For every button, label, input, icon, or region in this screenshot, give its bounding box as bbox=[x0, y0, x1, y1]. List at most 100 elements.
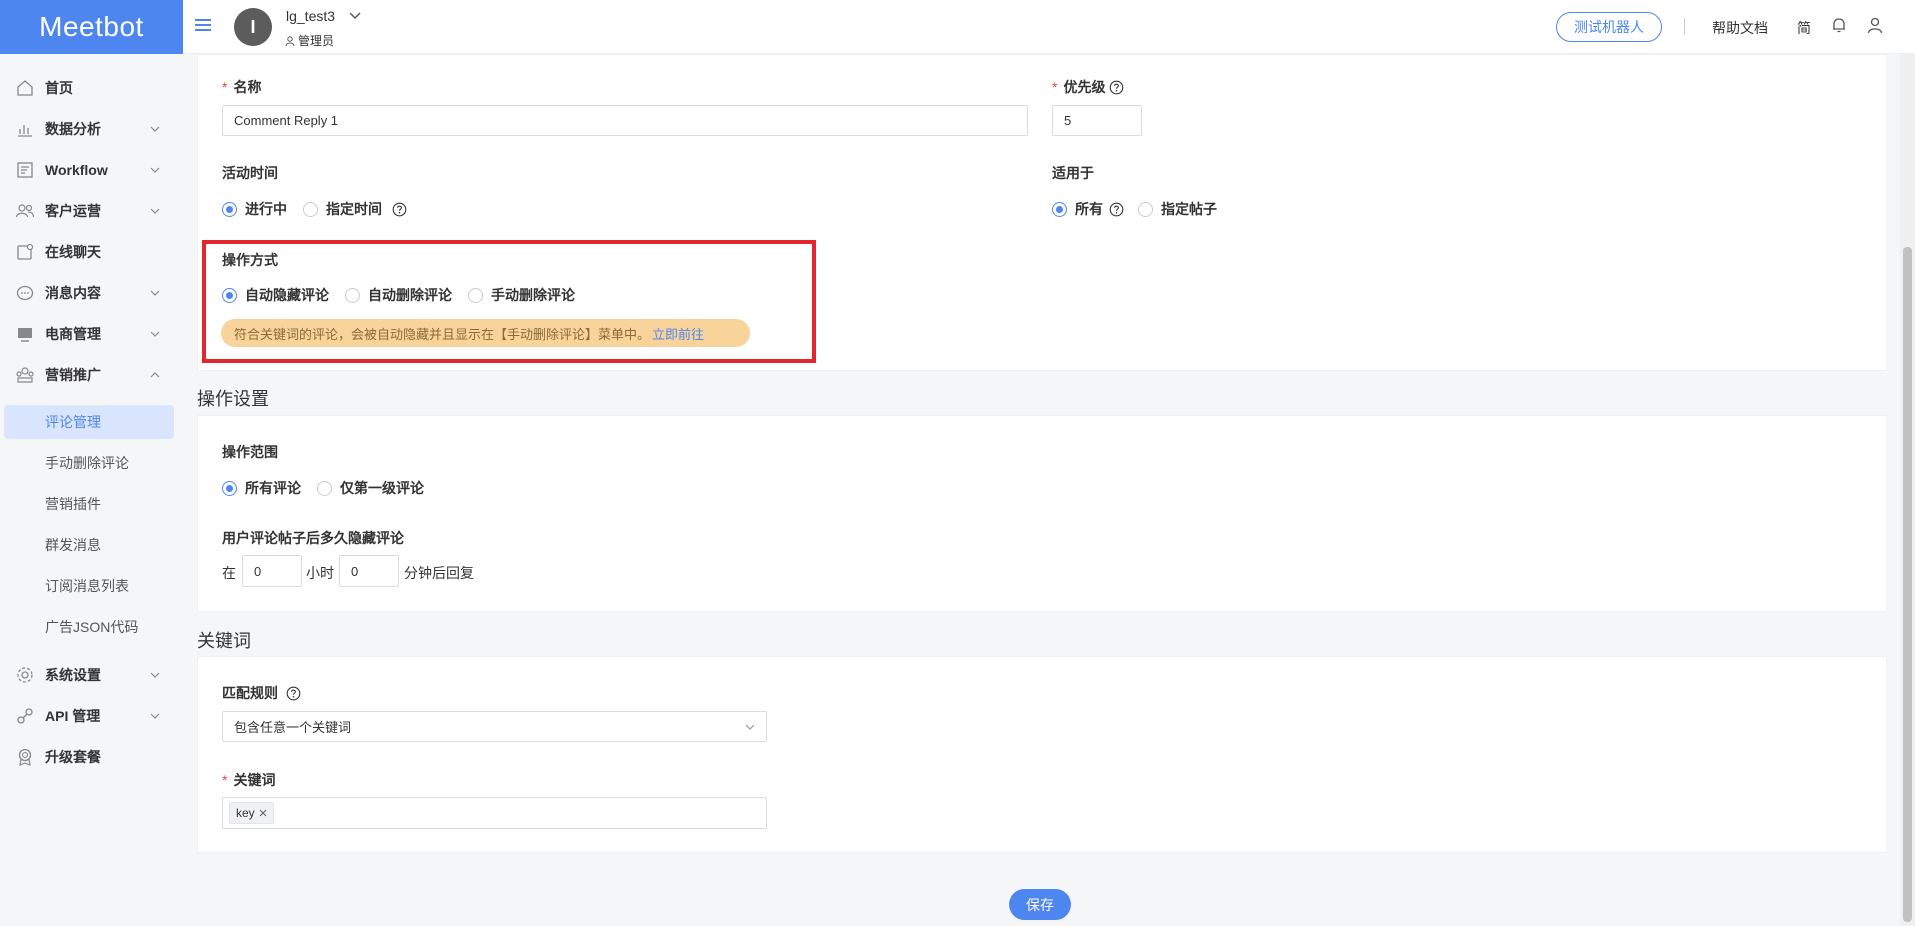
sidebar-item-home[interactable]: 首页 bbox=[0, 67, 183, 108]
sidebar-subitem-broadcast[interactable]: 群发消息 bbox=[4, 528, 174, 562]
radio-checked[interactable] bbox=[1052, 201, 1067, 217]
keyword-tag-input[interactable]: key bbox=[222, 797, 767, 829]
sidebar-item-label: 在线聊天 bbox=[45, 243, 101, 260]
active-time-option-specified[interactable]: 指定时间 bbox=[303, 199, 382, 219]
sidebar-subitem-marketing-plugins[interactable]: 营销插件 bbox=[4, 487, 174, 521]
top-bar: Meetbot I lg_test3 管理员 测试机器人 帮助文档 简 bbox=[0, 0, 1915, 54]
operation-mode-option-auto-delete[interactable]: 自动删除评论 bbox=[345, 285, 452, 305]
active-time-option-ongoing[interactable]: 进行中 bbox=[222, 199, 287, 219]
match-rule-select[interactable]: 包含任意一个关键词 bbox=[222, 711, 767, 742]
radio-checked[interactable] bbox=[222, 201, 237, 217]
sidebar-item-workflow[interactable]: Workflow bbox=[0, 149, 183, 190]
apply-to-option-all[interactable]: 所有 bbox=[1052, 199, 1103, 219]
sidebar-item-label: 首页 bbox=[45, 79, 73, 96]
scope-radio-group: 所有评论 仅第一级评论 bbox=[222, 478, 440, 498]
apply-to-option-specific-posts[interactable]: 指定帖子 bbox=[1138, 199, 1217, 219]
operation-settings-title: 操作设置 bbox=[197, 389, 269, 409]
question-icon[interactable] bbox=[1109, 202, 1124, 217]
notice-go-link[interactable]: 立即前往 bbox=[652, 324, 704, 343]
radio-unchecked[interactable] bbox=[317, 480, 332, 496]
sidebar-item-message-content[interactable]: 消息内容 bbox=[0, 272, 183, 313]
chat-icon bbox=[17, 243, 34, 260]
chevron-down-icon[interactable] bbox=[348, 8, 362, 22]
question-icon[interactable] bbox=[392, 202, 407, 217]
chevron-down-icon bbox=[150, 208, 160, 214]
chevron-down-icon bbox=[745, 724, 755, 730]
operation-mode-label: 操作方式 bbox=[222, 252, 278, 268]
avatar[interactable]: I bbox=[234, 8, 272, 46]
sidebar-subitem-manual-delete[interactable]: 手动删除评论 bbox=[4, 446, 174, 480]
keyword-tag: key bbox=[229, 802, 274, 824]
user-icon[interactable] bbox=[1866, 16, 1884, 34]
tag-label: key bbox=[236, 806, 255, 820]
sidebar-item-label: API 管理 bbox=[45, 707, 101, 724]
help-docs-link[interactable]: 帮助文档 bbox=[1712, 18, 1768, 38]
message-icon bbox=[16, 285, 34, 300]
menu-toggle-icon[interactable] bbox=[195, 16, 211, 34]
marketing-icon bbox=[16, 366, 34, 383]
chevron-down-icon bbox=[150, 672, 160, 678]
active-time-label: 活动时间 bbox=[222, 165, 278, 181]
radio-checked[interactable] bbox=[222, 480, 237, 496]
radio-unchecked[interactable] bbox=[345, 287, 360, 303]
sidebar-item-label: 客户运营 bbox=[45, 202, 101, 219]
gear-icon bbox=[17, 666, 33, 683]
sidebar-item-system-settings[interactable]: 系统设置 bbox=[0, 654, 183, 695]
chart-icon bbox=[18, 124, 32, 137]
question-icon[interactable] bbox=[286, 686, 301, 701]
radio-unchecked[interactable] bbox=[1138, 201, 1153, 217]
sidebar-item-label: 升级套餐 bbox=[45, 748, 101, 765]
radio-unchecked[interactable] bbox=[468, 287, 483, 303]
bell-icon[interactable] bbox=[1830, 16, 1848, 34]
save-button[interactable]: 保存 bbox=[1009, 889, 1071, 920]
sidebar-item-marketing[interactable]: 营销推广 bbox=[0, 354, 183, 395]
priority-label: * 优先级 bbox=[1052, 77, 1124, 97]
sidebar-item-upgrade[interactable]: 升级套餐 bbox=[0, 736, 183, 777]
workflow-icon bbox=[17, 161, 33, 178]
sidebar-subitem-comment-management[interactable]: 评论管理 bbox=[4, 405, 174, 439]
chevron-up-icon bbox=[150, 371, 160, 377]
sidebar-item-customer-ops[interactable]: 客户运营 bbox=[0, 190, 183, 231]
chevron-down-icon bbox=[150, 126, 160, 132]
close-icon[interactable] bbox=[259, 809, 267, 817]
operation-mode-option-auto-hide[interactable]: 自动隐藏评论 bbox=[222, 285, 329, 305]
keywords-title: 关键词 bbox=[197, 631, 251, 651]
active-time-radio-group: 进行中 指定时间 bbox=[222, 199, 407, 219]
sidebar-subitem-subscription-list[interactable]: 订阅消息列表 bbox=[4, 569, 174, 603]
chevron-down-icon bbox=[150, 167, 160, 173]
name-input[interactable]: Comment Reply 1 bbox=[222, 105, 1028, 136]
sidebar-item-label: 系统设置 bbox=[45, 666, 101, 683]
delay-minutes-input[interactable]: 0 bbox=[339, 555, 399, 587]
operation-mode-option-manual-delete[interactable]: 手动删除评论 bbox=[468, 285, 575, 305]
priority-input[interactable]: 5 bbox=[1052, 105, 1142, 136]
chevron-down-icon bbox=[150, 331, 160, 337]
keyword-label: * 关键词 bbox=[222, 772, 276, 788]
sidebar-item-api-management[interactable]: API 管理 bbox=[0, 695, 183, 736]
delay-hours-unit: 小时 bbox=[306, 565, 334, 581]
sidebar-item-label: 数据分析 bbox=[45, 120, 101, 137]
notice-text: 符合关键词的评论，会被自动隐藏并且显示在【手动删除评论】菜单中。 bbox=[234, 326, 651, 342]
username[interactable]: lg_test3 bbox=[286, 8, 335, 24]
scope-option-all-comments[interactable]: 所有评论 bbox=[222, 478, 301, 498]
scope-label: 操作范围 bbox=[222, 444, 278, 460]
language-switch[interactable]: 简 bbox=[1797, 18, 1811, 38]
test-robot-button[interactable]: 测试机器人 bbox=[1556, 12, 1662, 42]
match-rule-value: 包含任意一个关键词 bbox=[234, 720, 352, 735]
app-logo[interactable]: Meetbot bbox=[0, 0, 183, 54]
scope-option-first-level[interactable]: 仅第一级评论 bbox=[317, 478, 424, 498]
sidebar-subitem-ad-json[interactable]: 广告JSON代码 bbox=[4, 610, 174, 644]
question-icon[interactable] bbox=[1109, 80, 1124, 95]
divider bbox=[1684, 18, 1685, 34]
sidebar-item-live-chat[interactable]: 在线聊天 bbox=[0, 231, 183, 272]
delay-hours-input[interactable]: 0 bbox=[242, 555, 302, 587]
sidebar-item-label: Workflow bbox=[45, 161, 108, 178]
delay-prefix: 在 bbox=[222, 565, 236, 581]
scrollbar-thumb[interactable] bbox=[1903, 247, 1912, 922]
shop-icon bbox=[18, 327, 32, 342]
person-icon bbox=[285, 35, 295, 46]
radio-unchecked[interactable] bbox=[303, 201, 318, 217]
match-rule-label: 匹配规则 bbox=[222, 683, 301, 703]
sidebar-item-ecommerce[interactable]: 电商管理 bbox=[0, 313, 183, 354]
sidebar-item-analytics[interactable]: 数据分析 bbox=[0, 108, 183, 149]
radio-checked[interactable] bbox=[222, 287, 237, 303]
